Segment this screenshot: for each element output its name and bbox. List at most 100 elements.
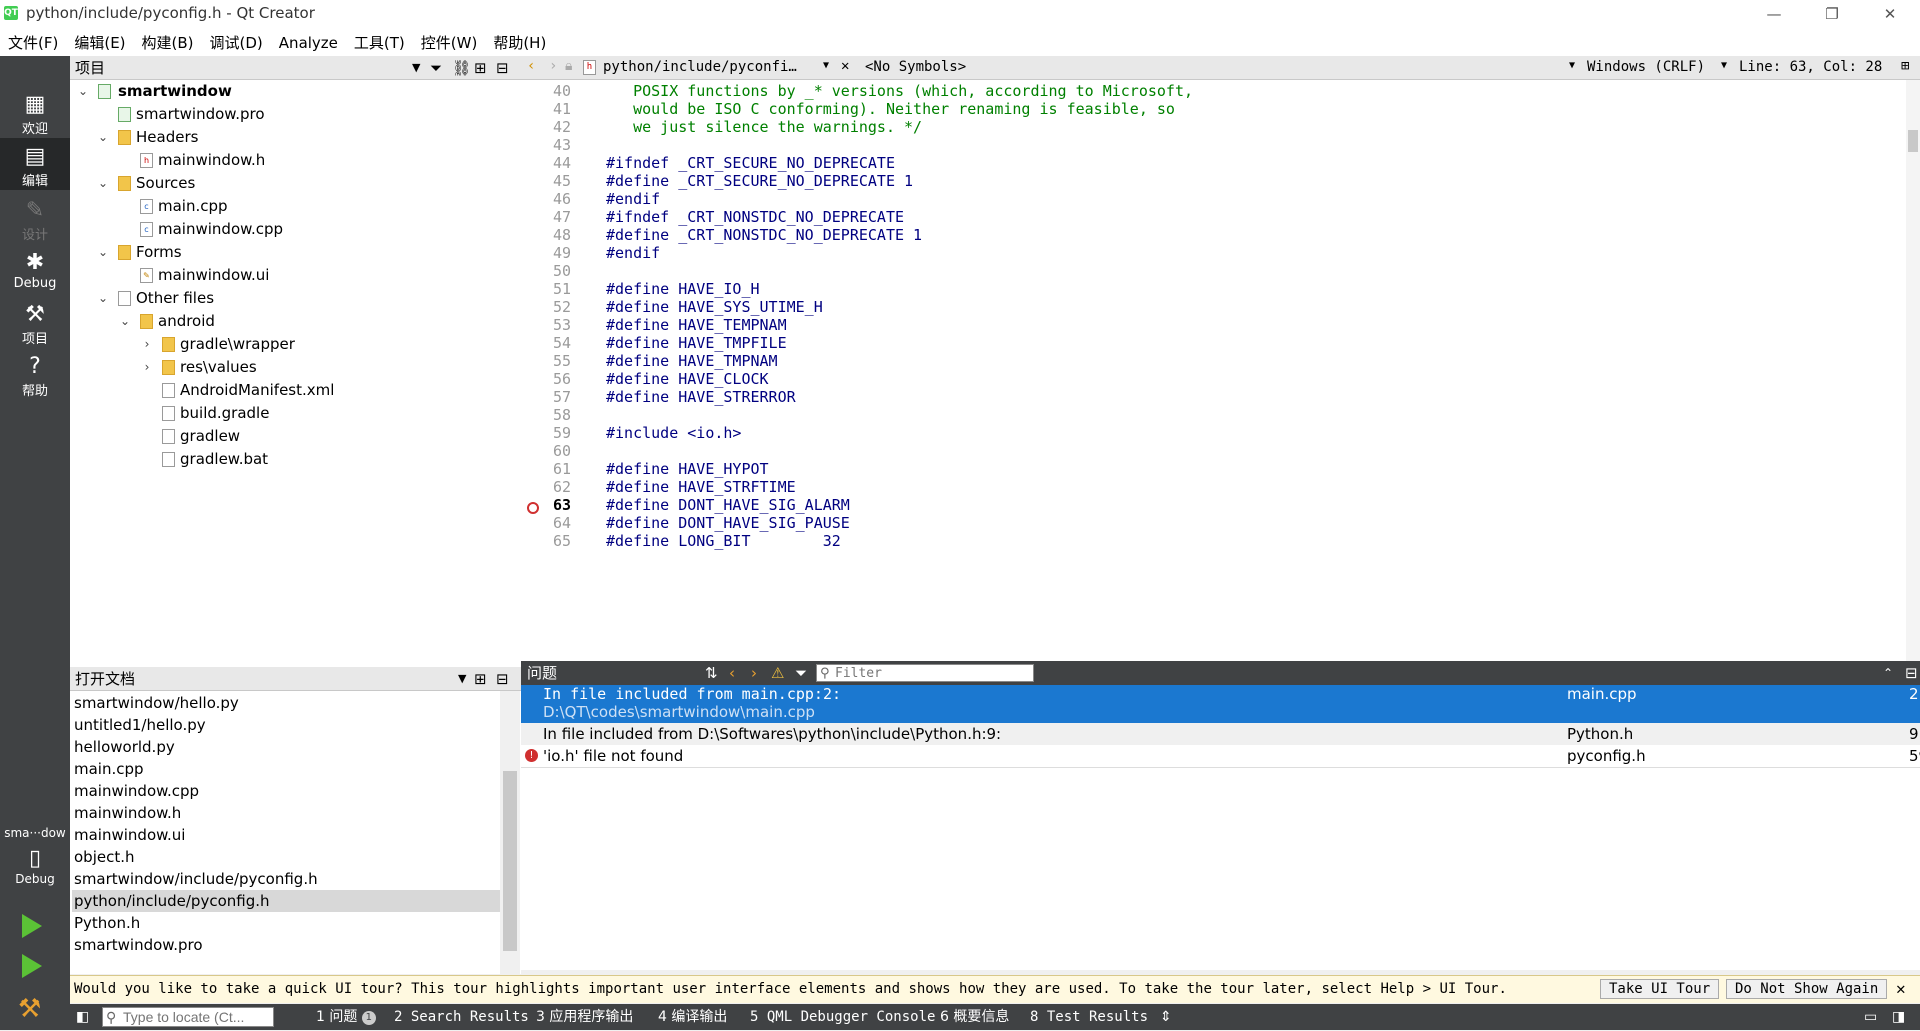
open-doc-item[interactable]: mainwindow.ui [74, 824, 185, 846]
menu-widgets[interactable]: 控件(W) [413, 28, 486, 56]
tree-item-headers[interactable]: ⌄ Headers [70, 126, 521, 149]
lock-icon[interactable]: 🔒︎ [565, 58, 572, 74]
menu-build[interactable]: 构建(B) [134, 28, 202, 56]
open-doc-item[interactable]: object.h [74, 846, 135, 868]
toggle-sidebar-icon[interactable]: ◧ [76, 1004, 89, 1030]
close-tour-icon[interactable]: ✕ [1896, 976, 1906, 1002]
tree-item-android-manifest[interactable]: AndroidManifest.xml [70, 379, 521, 402]
view-dropdown-icon[interactable]: ▼ [412, 56, 420, 80]
open-doc-item-selected[interactable]: python/include/pyconfig.h [72, 890, 500, 912]
next-issue-icon[interactable]: › [751, 661, 757, 685]
minimize-icon[interactable]: — [1745, 0, 1803, 28]
tree-item-mainwindow-h[interactable]: h mainwindow.h [70, 149, 521, 172]
line-ending[interactable]: Windows (CRLF) [1587, 59, 1705, 75]
take-ui-tour-button[interactable]: Take UI Tour [1600, 979, 1720, 999]
open-doc-item[interactable]: smartwindow/include/pyconfig.h [74, 868, 318, 890]
cursor-position[interactable]: Line: 63, Col: 28 [1739, 59, 1882, 75]
locator-box[interactable]: ⚲ [102, 1007, 274, 1027]
scrollbar-thumb[interactable] [1908, 130, 1918, 152]
tree-item-gradle-wrapper[interactable]: › gradle\wrapper [70, 333, 521, 356]
pane-test-results[interactable]: 8 Test Results [1030, 1004, 1148, 1030]
pane-issues[interactable]: 1 问题 1 [316, 1004, 376, 1030]
open-doc-item[interactable]: helloworld.py [74, 736, 175, 758]
menu-edit[interactable]: 编辑(E) [66, 28, 133, 56]
scrollbar-thumb[interactable] [503, 771, 517, 951]
tree-item-gradlew[interactable]: gradlew [70, 425, 521, 448]
tree-item-mainwindow-ui[interactable]: ✎ mainwindow.ui [70, 264, 521, 287]
split-icon[interactable]: ⊞ [474, 56, 487, 80]
collapse-arrow-icon[interactable]: ⌄ [96, 287, 110, 310]
link-icon[interactable]: ⛓ [452, 56, 471, 80]
tree-item-sources[interactable]: ⌄ Sources [70, 172, 521, 195]
close-panel-icon[interactable]: ⊟ [496, 56, 509, 80]
issues-filter-input[interactable] [835, 665, 1031, 681]
collapse-arrow-icon[interactable]: ⌄ [96, 172, 110, 195]
sort-icon[interactable]: ⇅ [705, 661, 718, 685]
view-dropdown-icon[interactable]: ▼ [458, 667, 466, 691]
split-editor-icon[interactable]: ⊞ [1901, 58, 1909, 74]
expand-arrow-icon[interactable]: › [140, 333, 154, 356]
filter-icon[interactable]: ⏷ [430, 56, 442, 80]
mode-projects[interactable]: ⚒ 项目 [0, 296, 70, 348]
pane-general-messages[interactable]: 6 概要信息 [940, 1004, 1009, 1030]
issue-row-selected[interactable]: In file included from main.cpp:2: D:\QT\… [521, 685, 1920, 723]
expand-arrow-icon[interactable]: › [140, 356, 154, 379]
toggle-right-sidebar-icon[interactable]: ◨ [1892, 1004, 1905, 1030]
issues-filter-box[interactable]: ⚲ [816, 664, 1034, 682]
warning-filter-icon[interactable]: ⚠ [771, 661, 784, 685]
pane-app-output[interactable]: 3 应用程序输出 [536, 1004, 633, 1030]
menu-analyze[interactable]: Analyze [271, 28, 346, 56]
open-doc-item[interactable]: untitled1/hello.py [74, 714, 206, 736]
issue-row[interactable]: ! 'io.h' file not found pyconfig.h 59 [521, 745, 1920, 768]
editor-scrollbar[interactable] [1906, 80, 1920, 661]
current-file[interactable]: python/include/pyconfi… [603, 59, 797, 75]
progress-details-icon[interactable]: ▭ [1864, 1004, 1877, 1030]
mode-help[interactable]: ? 帮助 [0, 348, 70, 400]
issue-row[interactable]: In file included from D:\Softwares\pytho… [521, 723, 1920, 745]
tree-item-pro-file[interactable]: smartwindow.pro [70, 103, 521, 126]
collapse-arrow-icon[interactable]: ⌄ [96, 241, 110, 264]
collapse-arrow-icon[interactable]: ⌄ [118, 310, 132, 333]
forward-icon[interactable]: › [549, 58, 557, 74]
filter-icon[interactable]: ⏷ [795, 661, 807, 685]
mode-design[interactable]: ✎ 设计 [0, 192, 70, 244]
tree-item-res-values[interactable]: › res\values [70, 356, 521, 379]
close-panel-icon[interactable]: ⊟ [496, 667, 509, 691]
prev-issue-icon[interactable]: ‹ [729, 661, 735, 685]
open-doc-item[interactable]: mainwindow.h [74, 802, 181, 824]
build-hammer-icon[interactable]: ⚒ [18, 994, 41, 1024]
tree-item-forms[interactable]: ⌄ Forms [70, 241, 521, 264]
mode-debug[interactable]: ✱ Debug [0, 244, 70, 296]
restore-icon[interactable]: ❐ [1803, 0, 1861, 28]
file-dropdown-icon[interactable]: ▼ [823, 60, 829, 71]
mode-edit[interactable]: ▤ 编辑 [0, 138, 70, 190]
line-ending-dropdown-icon[interactable]: ▼ [1569, 60, 1575, 71]
pane-compile-output[interactable]: 4 编译输出 [658, 1004, 727, 1030]
symbols-dropdown[interactable]: <No Symbols> [865, 59, 966, 75]
do-not-show-again-button[interactable]: Do Not Show Again [1726, 979, 1888, 999]
mode-welcome[interactable]: ▦ 欢迎 [0, 86, 70, 138]
tree-item-android[interactable]: ⌄ android [70, 310, 521, 333]
open-docs-scrollbar[interactable] [500, 691, 520, 974]
collapse-arrow-icon[interactable]: ⌄ [76, 80, 90, 103]
maximize-panel-icon[interactable]: ⌃ [1883, 661, 1893, 685]
menu-help[interactable]: 帮助(H) [485, 28, 554, 56]
tree-item-other-files[interactable]: ⌄ Other files [70, 287, 521, 310]
menu-debug[interactable]: 调试(D) [202, 28, 271, 56]
run-icon[interactable] [22, 914, 42, 938]
tree-item-build-gradle[interactable]: build.gradle [70, 402, 521, 425]
tree-item-project[interactable]: ⌄ smartwindow [70, 80, 521, 103]
open-doc-item[interactable]: mainwindow.cpp [74, 780, 199, 802]
open-doc-item[interactable]: Python.h [74, 912, 140, 934]
more-panes-icon[interactable]: ⇕ [1160, 1004, 1172, 1030]
locator-input[interactable] [123, 1009, 271, 1025]
position-dropdown-icon[interactable]: ▼ [1721, 60, 1727, 71]
debug-run-icon[interactable] [22, 954, 42, 978]
back-icon[interactable]: ‹ [527, 58, 535, 74]
split-icon[interactable]: ⊞ [474, 667, 487, 691]
tree-item-mainwindow-cpp[interactable]: c mainwindow.cpp [70, 218, 521, 241]
collapse-arrow-icon[interactable]: ⌄ [96, 126, 110, 149]
close-icon[interactable]: ✕ [1861, 0, 1919, 28]
open-doc-item[interactable]: smartwindow.pro [74, 934, 203, 956]
tree-item-gradlew-bat[interactable]: gradlew.bat [70, 448, 521, 471]
